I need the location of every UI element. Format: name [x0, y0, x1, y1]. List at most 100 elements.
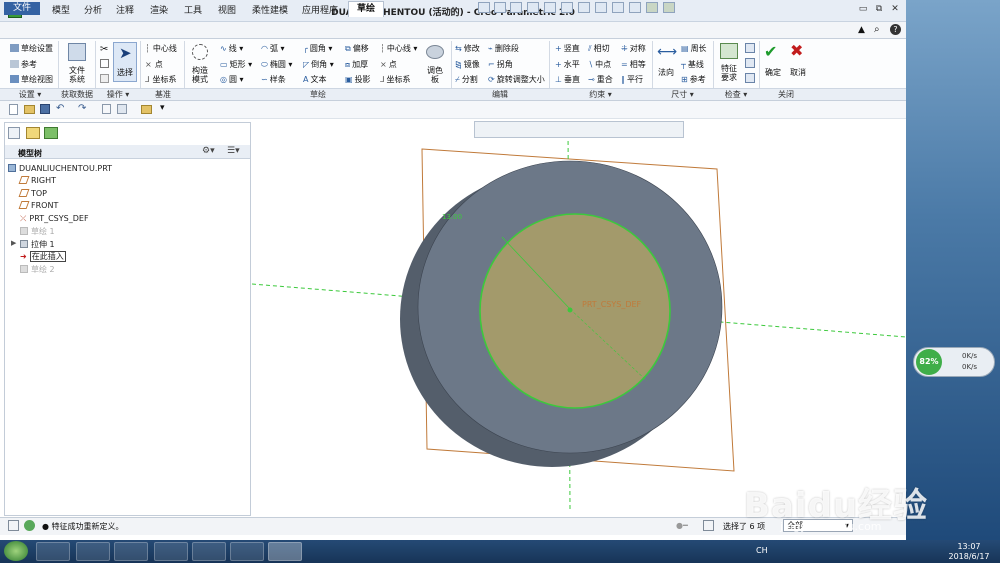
offset-button[interactable]: ⧉ 偏移 — [345, 43, 369, 54]
references-button[interactable]: 参考 — [10, 59, 37, 70]
taskbar-app-media[interactable] — [114, 542, 148, 561]
open-file-icon[interactable] — [24, 105, 35, 114]
tab-model[interactable]: 模型 — [46, 2, 76, 16]
datum-point-button[interactable]: × 点 — [145, 59, 163, 70]
tab-sketch[interactable]: 草绘 — [348, 1, 384, 17]
fillet-button[interactable]: ╭ 圆角 ▾ — [303, 43, 332, 54]
constraint-midpoint-button[interactable]: ∖ 中点 — [588, 59, 611, 70]
constraint-horizontal-button[interactable]: + 水平 — [555, 59, 580, 70]
tab-flexible-modeling[interactable]: 柔性建模 — [246, 2, 294, 16]
constraint-perpendicular-button[interactable]: ⊥ 垂直 — [555, 74, 580, 85]
feature-requirements-button[interactable]: 特征 要求 — [715, 64, 743, 82]
windows-icon[interactable] — [117, 104, 127, 114]
perspective-icon[interactable] — [595, 2, 607, 13]
folder-browser-tab-icon[interactable] — [26, 127, 40, 139]
taskbar-app-baidu[interactable] — [154, 542, 188, 561]
tab-annotate[interactable]: 注释 — [110, 2, 140, 16]
saved-orientations-icon[interactable] — [561, 2, 573, 13]
baseline-button[interactable]: ┬ 基线 — [681, 59, 704, 70]
repaint-icon[interactable] — [527, 2, 539, 13]
mirror-button[interactable]: ⧎ 镜像 — [455, 59, 480, 70]
corner-button[interactable]: ⌐ 拐角 — [488, 59, 513, 70]
cancel-button[interactable]: 取消 — [786, 68, 810, 77]
arc-button[interactable]: ◠ 弧 ▾ — [261, 43, 285, 54]
rectangle-button[interactable]: ▭ 矩形 ▾ — [220, 59, 252, 70]
file-system-button[interactable]: 文件 系统 — [62, 66, 92, 84]
spline-button[interactable]: ∽ 样条 — [261, 74, 286, 85]
tab-view[interactable]: 视图 — [212, 2, 242, 16]
cut-icon[interactable]: ✂ — [100, 44, 108, 55]
group-label-constrain[interactable]: 约束 ▾ — [550, 89, 651, 100]
zoom-in-icon[interactable] — [494, 2, 506, 13]
model-tree-tab-icon[interactable] — [8, 127, 20, 139]
constraint-coincident-button[interactable]: ⊸ 重合 — [588, 74, 613, 85]
thicken-button[interactable]: ⧈ 加厚 — [345, 59, 368, 70]
expand-icon[interactable]: ▶ — [11, 239, 16, 247]
delete-segment-button[interactable]: ⌁ 删除段 — [488, 43, 519, 54]
constraint-equal-button[interactable]: = 相等 — [621, 59, 646, 70]
ribbon-minimize-icon[interactable]: ▲ — [858, 25, 865, 35]
highlight-open-icon[interactable] — [745, 73, 755, 83]
search-icon[interactable]: ⌕ — [874, 24, 880, 35]
tree-item-top[interactable]: TOP — [18, 189, 47, 198]
circle-button[interactable]: ◎ 圆 ▾ — [220, 74, 244, 85]
group-label-operations[interactable]: 操作 ▾ — [98, 89, 138, 100]
tree-settings-icon[interactable]: ⚙▾ — [202, 146, 215, 156]
favorites-tab-icon[interactable] — [44, 127, 58, 139]
group-label-inspect[interactable]: 检查 ▾ — [714, 89, 758, 100]
tree-filter-icon[interactable]: ☰▾ — [227, 146, 240, 156]
ok-button[interactable]: 确定 — [761, 68, 785, 77]
datum-display-icon[interactable] — [612, 2, 624, 13]
find-icon[interactable] — [703, 520, 714, 531]
tab-applications[interactable]: 应用程序 — [296, 2, 344, 16]
folder-icon[interactable] — [141, 105, 152, 114]
start-button[interactable] — [4, 541, 28, 561]
tree-item-sketch-2[interactable]: 草绘 2 — [20, 264, 55, 275]
display-style-icon[interactable] — [544, 2, 556, 13]
reference-dimension-button[interactable]: ⊞ 参考 — [681, 74, 706, 85]
restore-button[interactable]: ⧉ — [872, 4, 886, 16]
divide-button[interactable]: ⌿ 分割 — [455, 74, 478, 85]
chamfer-button[interactable]: ◸ 倒角 ▾ — [303, 59, 334, 70]
sketch-point-button[interactable]: × 点 — [380, 59, 397, 70]
group-label-dimension[interactable]: 尺寸 ▾ — [653, 89, 712, 100]
perimeter-button[interactable]: ▤ 周长 — [681, 43, 707, 54]
modify-button[interactable]: ⇆ 修改 — [455, 43, 480, 54]
show-navigator-icon[interactable] — [8, 520, 19, 531]
shade-closed-icon[interactable] — [745, 58, 755, 68]
text-button[interactable]: A 文本 — [303, 74, 326, 85]
minimize-button[interactable]: ▭ — [856, 4, 870, 16]
close-button[interactable]: ✕ — [888, 4, 902, 16]
tab-file[interactable]: 文件 — [4, 2, 40, 15]
sketch-display-icon[interactable] — [646, 2, 658, 13]
save-icon[interactable] — [40, 104, 50, 114]
tree-item-part[interactable]: DUANLIUCHENTOU.PRT — [8, 164, 112, 173]
sketch-centerline-button[interactable]: ┆ 中心线 ▾ — [380, 43, 417, 54]
regenerate-icon[interactable] — [102, 104, 111, 114]
constraint-tangent-button[interactable]: ⫽ 相切 — [588, 43, 610, 54]
sketcher-display-icon[interactable] — [663, 2, 675, 13]
taskbar-app-explorer[interactable] — [76, 542, 110, 561]
model-graphics[interactable]: PRT_CSYS_DEF 13.00 — [252, 119, 906, 517]
redo-icon[interactable]: ↷ — [78, 103, 86, 114]
group-label-setup[interactable]: 设置 ▾ — [10, 89, 50, 100]
language-indicator[interactable]: CH — [756, 546, 768, 555]
help-icon[interactable]: ? — [890, 24, 901, 35]
constraint-symmetric-button[interactable]: ⁜ 对称 — [621, 43, 646, 54]
paste-icon[interactable] — [100, 74, 109, 83]
tree-item-sketch-1[interactable]: 草绘 1 — [20, 226, 55, 237]
system-tray[interactable] — [772, 545, 922, 557]
normal-dimension-button[interactable]: 法向 — [655, 68, 677, 77]
new-file-icon[interactable] — [9, 104, 18, 115]
undo-icon[interactable]: ↶ — [56, 103, 64, 114]
taskbar-app-360[interactable] — [192, 542, 226, 561]
line-button[interactable]: ∿ 线 ▾ — [220, 43, 243, 54]
sketch-setup-button[interactable]: 草绘设置 — [10, 43, 53, 54]
datum-csys-button[interactable]: ⅃ 坐标系 — [145, 74, 176, 85]
constraint-vertical-button[interactable]: + 竖直 — [555, 43, 580, 54]
palette-button[interactable]: 调色 板 — [421, 66, 449, 84]
tab-tools[interactable]: 工具 — [178, 2, 208, 16]
clock[interactable]: 13:07 2018/6/17 — [943, 542, 995, 562]
browser-icon[interactable] — [24, 520, 35, 531]
tree-item-csys[interactable]: ⤫ PRT_CSYS_DEF — [20, 214, 89, 224]
